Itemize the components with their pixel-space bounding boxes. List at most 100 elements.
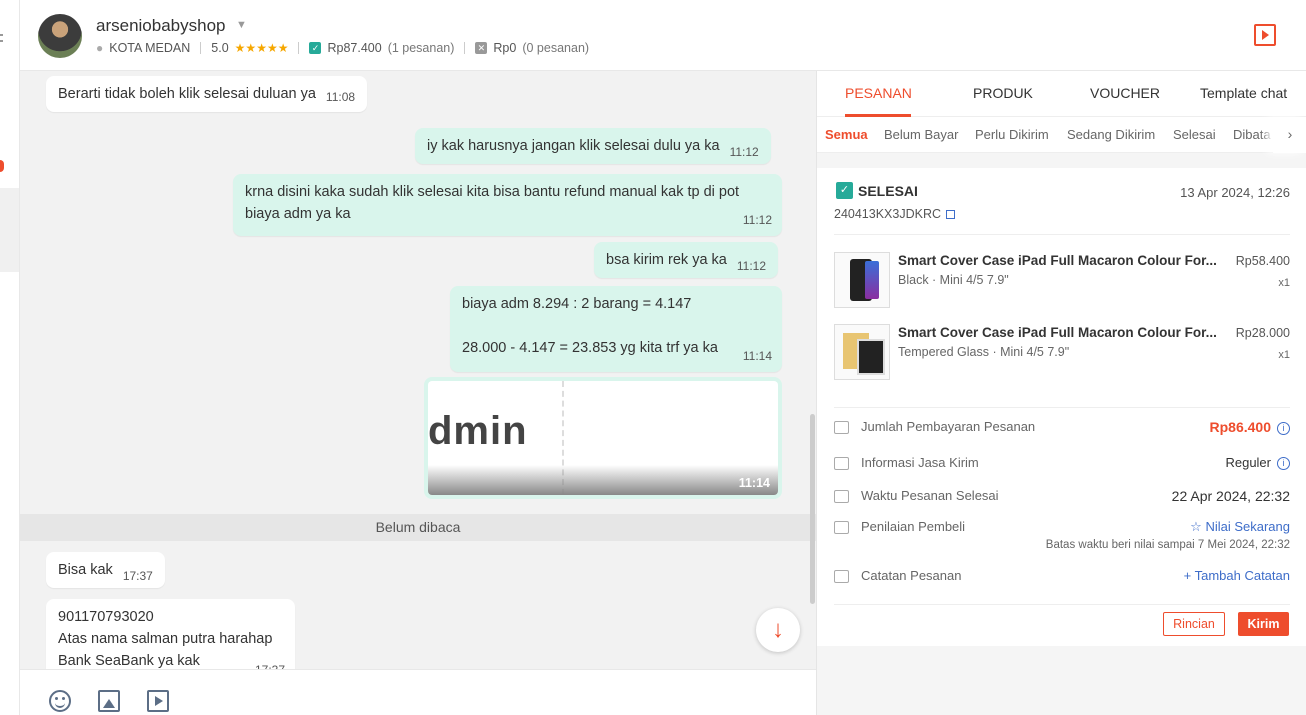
payment-total-label: Jumlah Pembayaran Pesanan bbox=[861, 419, 1036, 434]
message-time: 11:12 bbox=[736, 259, 767, 273]
shop-rating: 5.0 bbox=[211, 41, 229, 55]
payment-icon bbox=[834, 421, 849, 434]
chat-input-toolbar bbox=[20, 669, 816, 715]
video-upload-icon[interactable] bbox=[147, 690, 169, 712]
add-note-text: Tambah Catatan bbox=[1194, 568, 1290, 583]
location-pin-icon: ● bbox=[96, 41, 104, 55]
add-note-link[interactable]: + Tambah Catatan bbox=[1184, 568, 1290, 583]
truck-icon bbox=[834, 457, 849, 470]
message-bubble-outgoing: iy kak harusnya jangan klik selesai dulu… bbox=[415, 128, 771, 164]
tab-pesanan[interactable]: PESANAN bbox=[845, 85, 912, 101]
message-bubble-outgoing: bsa kirim rek ya ka 11:12 bbox=[594, 242, 779, 278]
left-sidebar-edge bbox=[0, 0, 20, 715]
filter-sedang-dikirim[interactable]: Sedang Dikirim bbox=[1067, 127, 1155, 142]
order-date: 13 Apr 2024, 12:26 bbox=[1180, 185, 1290, 200]
review-row: Penilaian Pembeli ☆ Nilai Sekarang bbox=[834, 519, 1290, 539]
divider bbox=[200, 42, 202, 54]
message-text: 28.000 - 4.147 = 23.853 yg kita trf ya k… bbox=[462, 340, 718, 356]
send-order-button[interactable]: Kirim bbox=[1238, 612, 1289, 636]
shipping-label: Informasi Jasa Kirim bbox=[861, 455, 979, 470]
message-text: iy kak harusnya jangan klik selesai dulu… bbox=[427, 138, 720, 154]
message-bubble-incoming: Bisa kak 17:37 bbox=[46, 552, 165, 588]
rating-stars-icon: ★★★★★ bbox=[234, 41, 289, 55]
filter-perlu-dikirim[interactable]: Perlu Dikirim bbox=[975, 127, 1049, 142]
filter-dibatalkan[interactable]: Dibata bbox=[1233, 127, 1271, 142]
tab-template-chat[interactable]: Template chat bbox=[1200, 85, 1287, 101]
message-time: 11:14 bbox=[738, 476, 770, 490]
shop-name[interactable]: arseniobabyshop bbox=[96, 16, 225, 36]
rate-now-link[interactable]: ☆ Nilai Sekarang bbox=[1190, 519, 1290, 535]
rate-now-text: Nilai Sekarang bbox=[1205, 519, 1290, 534]
payment-total-amount: Rp86.400 bbox=[1209, 419, 1271, 435]
order-id-text: 240413KX3JDKRC bbox=[834, 207, 942, 221]
divider bbox=[834, 407, 1290, 408]
panel-tabs: PESANAN PRODUK VOUCHER Template chat bbox=[817, 71, 1306, 117]
message-text: Atas nama salman putra harahap bbox=[58, 631, 273, 647]
product-qty: x1 bbox=[1278, 349, 1290, 361]
shop-avatar[interactable] bbox=[38, 14, 82, 58]
scroll-down-arrow-icon[interactable]: ↓ bbox=[756, 608, 800, 652]
completed-time-label: Waktu Pesanan Selesai bbox=[861, 488, 999, 503]
shipping-method: Reguler bbox=[1225, 455, 1271, 470]
message-text: biaya adm ya ka bbox=[245, 206, 351, 222]
shop-location: KOTA MEDAN bbox=[109, 41, 191, 55]
info-icon[interactable]: i bbox=[1277, 457, 1290, 471]
message-text: Bisa kak bbox=[58, 562, 113, 578]
chevron-right-icon[interactable]: › bbox=[1273, 117, 1306, 153]
product-thumbnail bbox=[834, 252, 890, 308]
message-time: 11:12 bbox=[742, 213, 772, 227]
unpaid-x-icon: ✕ bbox=[475, 42, 488, 54]
filter-selesai[interactable]: Selesai bbox=[1173, 127, 1216, 142]
product-thumbnail bbox=[834, 324, 890, 380]
unread-indicator bbox=[0, 160, 4, 172]
message-bubble-incoming: 901170793020 Atas nama salman putra hara… bbox=[46, 599, 295, 669]
chevron-down-icon[interactable]: ▼ bbox=[236, 19, 247, 31]
chat-messages[interactable]: Berarti tidak boleh klik selesai duluan … bbox=[20, 71, 816, 669]
message-text: biaya adm 8.294 : 2 barang = 4.147 bbox=[462, 296, 692, 312]
menu-tick bbox=[0, 40, 3, 42]
product-price: Rp58.400 bbox=[1235, 254, 1290, 268]
selected-conversation-marker[interactable] bbox=[0, 188, 19, 272]
payment-total-value: Rp86.400 i bbox=[1210, 419, 1290, 435]
exit-chat-icon[interactable] bbox=[1254, 24, 1276, 46]
unpaid-orders: (0 pesanan) bbox=[522, 41, 590, 55]
unpaid-amount: Rp0 bbox=[493, 41, 517, 55]
star-icon: ☆ bbox=[1190, 519, 1206, 534]
shop-meta: ● KOTA MEDAN 5.0 ★★★★★ ✓ Rp87.400 (1 pes… bbox=[96, 41, 589, 55]
shipping-row: Informasi Jasa Kirim Reguler i bbox=[834, 455, 1290, 475]
payment-total-row: Jumlah Pembayaran Pesanan Rp86.400 i bbox=[834, 419, 1290, 439]
completed-time-row: Waktu Pesanan Selesai 22 Apr 2024, 22:32 bbox=[834, 488, 1290, 508]
order-note-row: Catatan Pesanan + Tambah Catatan bbox=[834, 568, 1290, 588]
paid-amount: Rp87.400 bbox=[327, 41, 382, 55]
tab-produk[interactable]: PRODUK bbox=[973, 85, 1033, 101]
message-time: 11:08 bbox=[325, 90, 356, 104]
unread-divider: Belum dibaca bbox=[20, 514, 816, 541]
details-button[interactable]: Rincian bbox=[1163, 612, 1225, 636]
image-upload-icon[interactable] bbox=[98, 690, 120, 712]
message-time: 17:37 bbox=[255, 659, 285, 669]
paid-orders: (1 pesanan) bbox=[387, 41, 455, 55]
info-icon[interactable]: i bbox=[1277, 421, 1290, 435]
image-message[interactable]: dmin 11:14 bbox=[424, 377, 782, 499]
order-panel: PESANAN PRODUK VOUCHER Template chat Sem… bbox=[816, 71, 1306, 715]
product-qty: x1 bbox=[1278, 277, 1290, 289]
message-time: 11:14 bbox=[742, 349, 772, 363]
order-status-filters: Semua Belum Bayar Perlu Dikirim Sedang D… bbox=[817, 117, 1306, 153]
product-price: Rp28.000 bbox=[1235, 326, 1290, 340]
message-bubble-incoming: Berarti tidak boleh klik selesai duluan … bbox=[46, 76, 368, 112]
message-text: bsa kirim rek ya ka bbox=[606, 252, 727, 268]
product-item[interactable]: Smart Cover Case iPad Full Macaron Colou… bbox=[834, 252, 1290, 308]
plus-icon: + bbox=[1183, 568, 1195, 583]
chat-scrollbar[interactable] bbox=[810, 414, 815, 604]
emoji-icon[interactable] bbox=[49, 690, 71, 712]
message-time: 17:37 bbox=[122, 569, 153, 583]
copy-icon[interactable] bbox=[946, 210, 956, 220]
shipping-value: Reguler i bbox=[1225, 455, 1290, 471]
completed-time-value: 22 Apr 2024, 22:32 bbox=[1171, 488, 1290, 504]
star-review-icon bbox=[834, 521, 849, 534]
filter-belum-bayar[interactable]: Belum Bayar bbox=[884, 127, 958, 142]
filter-semua[interactable]: Semua bbox=[825, 127, 868, 142]
image-preview[interactable]: dmin 11:14 bbox=[428, 381, 778, 495]
product-item[interactable]: Smart Cover Case iPad Full Macaron Colou… bbox=[834, 324, 1290, 380]
tab-voucher[interactable]: VOUCHER bbox=[1090, 85, 1160, 101]
